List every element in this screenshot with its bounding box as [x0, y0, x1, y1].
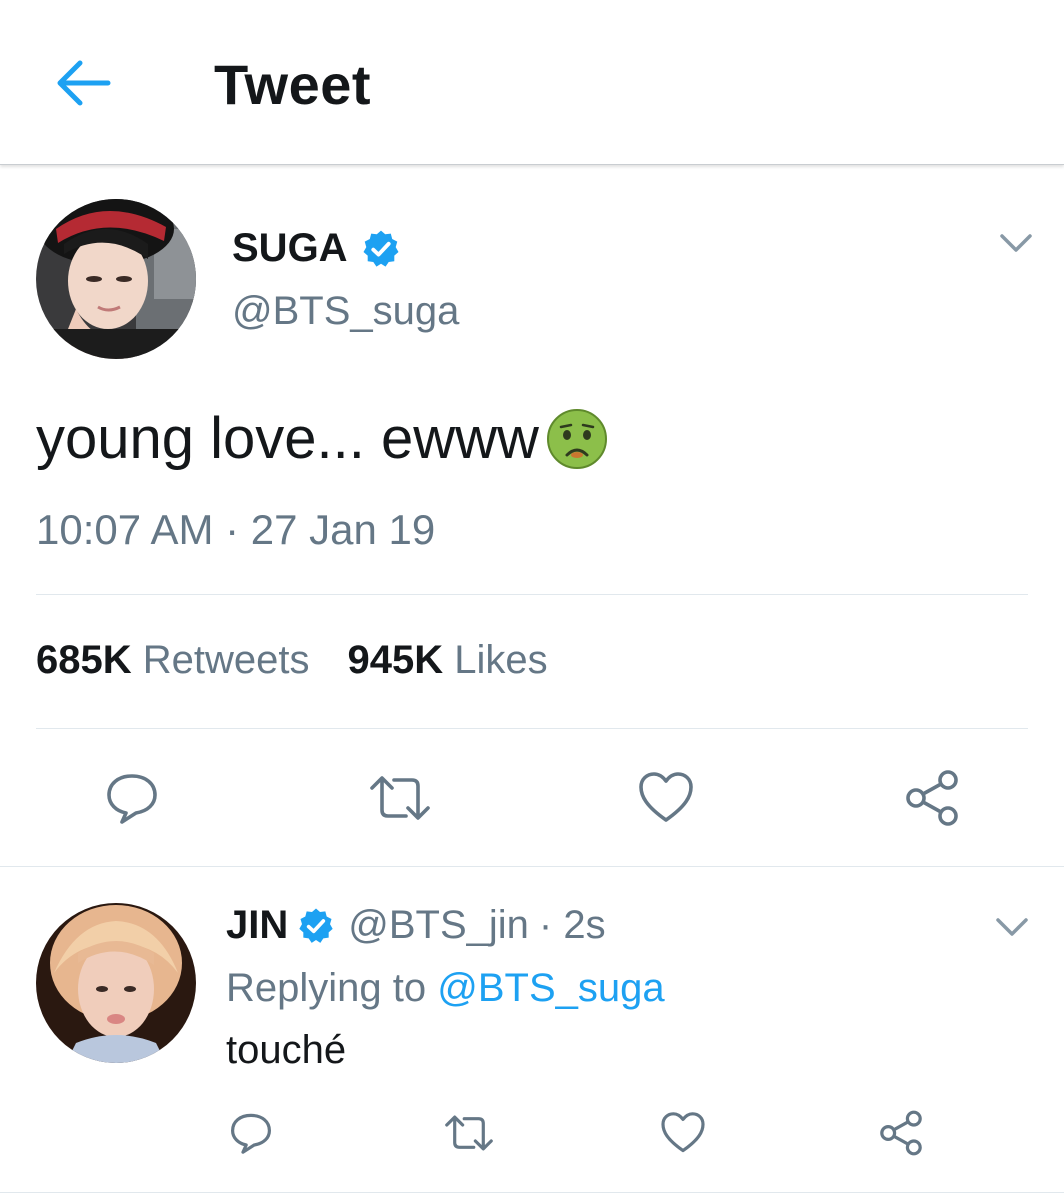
reply-text: touché — [226, 1028, 347, 1072]
retweet-icon — [370, 776, 430, 820]
like-icon — [661, 1112, 705, 1153]
tweet-timestamp[interactable]: 10:07 AM · 27 Jan 19 — [36, 506, 435, 554]
author-handle-line: @BTS_suga — [232, 289, 459, 334]
reply-avatar[interactable] — [36, 903, 196, 1063]
reply-options-button[interactable] — [992, 912, 1032, 944]
replying-to-handle[interactable]: @BTS_suga — [437, 966, 664, 1010]
reply-time: · 2s — [538, 903, 606, 947]
author-name[interactable]: SUGA — [232, 226, 348, 271]
share-icon — [880, 1110, 922, 1156]
reply-reply-button[interactable] — [226, 1108, 276, 1158]
likes-count: 945K — [347, 638, 444, 682]
like-button[interactable] — [634, 766, 698, 830]
reply-share-button[interactable] — [876, 1108, 926, 1158]
retweets-stat[interactable]: 685K Retweets — [36, 638, 310, 683]
verified-badge-icon — [296, 906, 336, 946]
section-divider — [0, 866, 1064, 867]
profile-photo — [36, 199, 196, 359]
bottom-divider — [0, 1192, 1064, 1193]
retweets-label: Retweets — [142, 638, 310, 682]
top-app-bar: Tweet — [0, 0, 1064, 165]
like-icon — [639, 772, 693, 822]
avatar[interactable] — [36, 199, 196, 359]
reply-retweet-button[interactable] — [442, 1108, 496, 1158]
replying-to-prefix: Replying to — [226, 966, 427, 1010]
arrow-left-icon — [57, 60, 111, 106]
tweet-options-button[interactable] — [996, 228, 1036, 260]
likes-label: Likes — [454, 638, 548, 682]
tweet-stats: 685K Retweets 945K Likes — [36, 638, 586, 683]
retweets-count: 685K — [36, 638, 132, 682]
author-name-line: SUGA — [232, 226, 402, 271]
retweet-icon — [445, 1115, 493, 1151]
likes-stat[interactable]: 945K Likes — [348, 638, 548, 683]
divider — [36, 594, 1028, 595]
reply-profile-photo — [36, 903, 196, 1063]
back-button[interactable] — [52, 55, 116, 111]
chevron-down-icon — [1000, 234, 1032, 252]
replying-to-line: Replying to @BTS_suga — [226, 966, 665, 1011]
page-title: Tweet — [214, 53, 372, 116]
verified-badge-icon — [360, 228, 402, 270]
nauseated-face-icon — [545, 407, 609, 471]
share-button[interactable] — [900, 766, 964, 830]
reply-button[interactable] — [100, 766, 164, 830]
reply-author-name[interactable]: JIN — [226, 903, 288, 948]
divider — [36, 728, 1028, 729]
tweet-body: young love... ewww — [36, 406, 539, 471]
tweet-text: young love... ewww — [36, 405, 609, 472]
reply-author-handle[interactable]: @BTS_jin — [348, 903, 529, 948]
author-handle[interactable]: @BTS_suga — [232, 289, 459, 334]
chevron-down-icon — [996, 918, 1028, 936]
reply-icon — [107, 774, 157, 824]
share-icon — [906, 770, 958, 826]
reply-author-line: JIN @BTS_jin · 2s — [226, 903, 606, 948]
reply-icon — [231, 1113, 271, 1154]
retweet-button[interactable] — [366, 766, 434, 830]
reply-like-button[interactable] — [658, 1108, 708, 1158]
